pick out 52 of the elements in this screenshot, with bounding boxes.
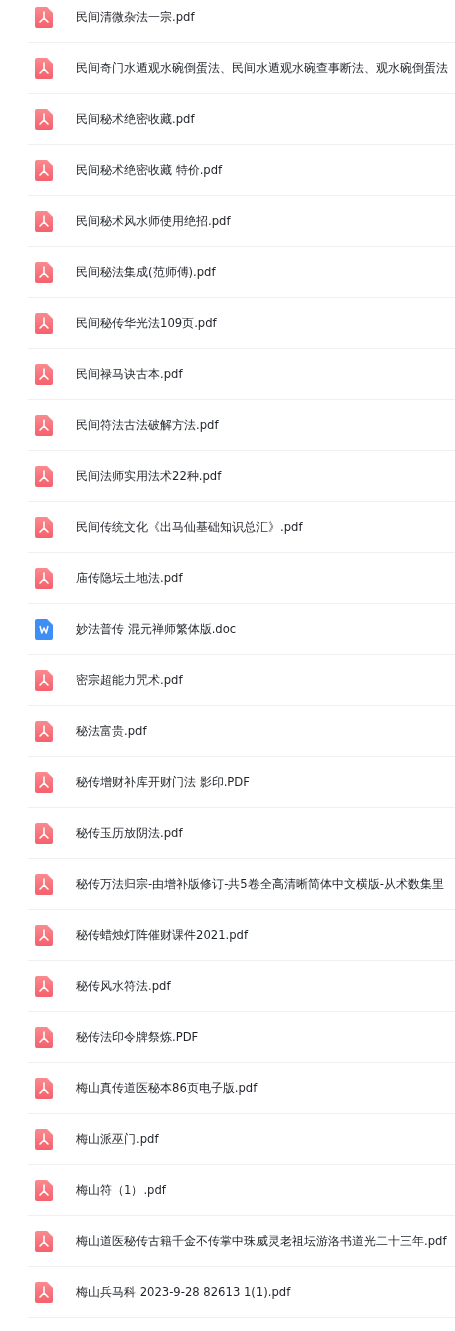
pdf-file-icon: [35, 771, 53, 793]
pdf-file-icon: [35, 363, 53, 385]
file-name[interactable]: 梅山兵马科 2023-9-28 82613 1(1).pdf: [76, 1284, 291, 1300]
file-name[interactable]: 秘法富贵.pdf: [76, 723, 147, 739]
pdf-file-icon: [35, 567, 53, 589]
file-name[interactable]: 妙法普传 混元禅师繁体版.doc: [76, 621, 237, 637]
file-name[interactable]: 秘传玉历放阴法.pdf: [76, 825, 183, 841]
pdf-file-icon: [35, 414, 53, 436]
pdf-file-icon: [35, 6, 53, 28]
pdf-file-icon: [35, 210, 53, 232]
pdf-file-icon: [35, 516, 53, 538]
pdf-file-icon: [35, 1179, 53, 1201]
pdf-file-icon: [35, 822, 53, 844]
file-name[interactable]: 秘传万法归宗-由增补版修订-共5卷全高清晰简体中文横版-从术数集里: [76, 876, 444, 892]
pdf-file-icon: [35, 1281, 53, 1303]
pdf-file-icon: [35, 1026, 53, 1048]
file-name[interactable]: 民间秘术风水师使用绝招.pdf: [76, 213, 231, 229]
file-name[interactable]: 民间清微杂法一宗.pdf: [76, 9, 195, 25]
pdf-file-icon: [35, 465, 53, 487]
file-name[interactable]: 民间传统文化《出马仙基础知识总汇》.pdf: [76, 519, 303, 535]
pdf-file-icon: [35, 720, 53, 742]
file-name[interactable]: 民间奇门水遁观水碗倒蛋法、民间水遁观水碗查事断法、观水碗倒蛋法: [76, 60, 448, 76]
file-name[interactable]: 秘传蜡烛灯阵催财课件2021.pdf: [76, 927, 248, 943]
file-name[interactable]: 梅山真传道医秘本86页电子版.pdf: [76, 1080, 258, 1096]
file-name[interactable]: 秘传法印令牌祭炼.PDF: [76, 1029, 199, 1045]
file-name[interactable]: 民间秘法集成(范师傅).pdf: [76, 264, 216, 280]
file-name[interactable]: 秘传增财补库开财门法 影印.PDF: [76, 774, 250, 790]
pdf-file-icon: [35, 975, 53, 997]
file-name[interactable]: 民间法师实用法术22种.pdf: [76, 468, 222, 484]
pdf-file-icon: [35, 108, 53, 130]
pdf-file-icon: [35, 261, 53, 283]
file-name[interactable]: 梅山符（1）.pdf: [76, 1182, 166, 1198]
pdf-file-icon: [35, 669, 53, 691]
pdf-file-icon: [35, 873, 53, 895]
file-name[interactable]: 梅山派巫门.pdf: [76, 1131, 159, 1147]
pdf-file-icon: [35, 924, 53, 946]
file-name[interactable]: 民间秘术绝密收藏.pdf: [76, 111, 195, 127]
file-name[interactable]: 梅山道医秘传古籍千金不传掌中珠威灵老祖坛游洛书道光二十三年.pdf: [76, 1233, 447, 1249]
file-name[interactable]: 民间秘传华光法109页.pdf: [76, 315, 217, 331]
pdf-file-icon: [35, 57, 53, 79]
word-document-icon: [35, 618, 53, 640]
pdf-file-icon: [35, 1128, 53, 1150]
file-name[interactable]: 秘传风水符法.pdf: [76, 978, 171, 994]
file-name[interactable]: 密宗超能力咒术.pdf: [76, 672, 183, 688]
pdf-file-icon: [35, 1077, 53, 1099]
pdf-file-icon: [35, 312, 53, 334]
pdf-file-icon: [35, 159, 53, 181]
pdf-file-icon: [35, 1230, 53, 1252]
file-name[interactable]: 庙传隐坛土地法.pdf: [76, 570, 183, 586]
file-name[interactable]: 民间禄马诀古本.pdf: [76, 366, 183, 382]
file-name[interactable]: 民间符法古法破解方法.pdf: [76, 417, 219, 433]
file-name[interactable]: 民间秘术绝密收藏 特价.pdf: [76, 162, 223, 178]
